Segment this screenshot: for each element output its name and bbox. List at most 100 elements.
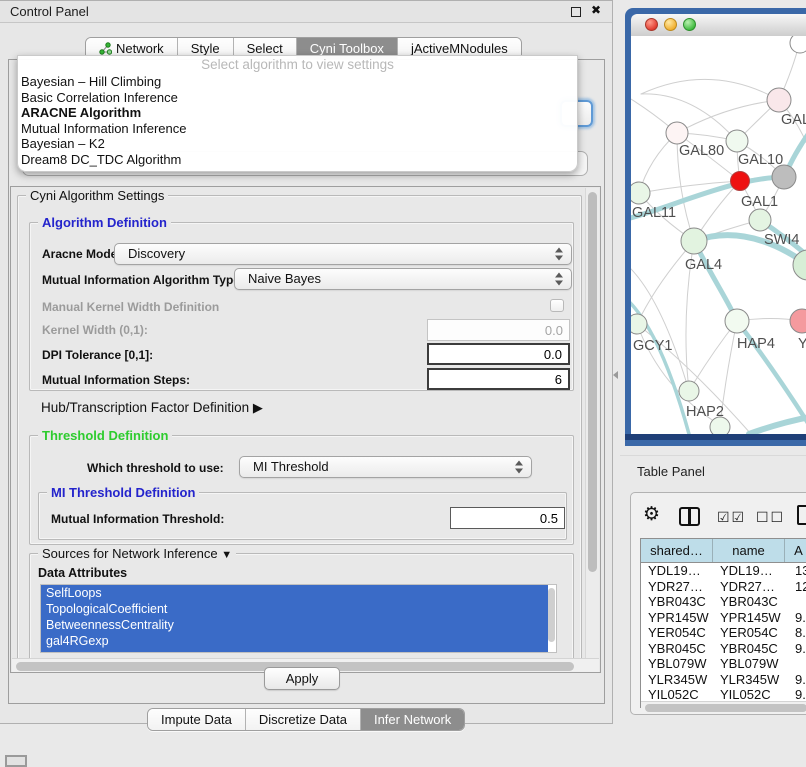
network-node-gal[interactable] xyxy=(767,88,791,112)
control-panel-titlebar: Control Panel ✖ xyxy=(0,1,612,23)
which-threshold-label: Which threshold to use: xyxy=(87,461,224,475)
bottom-tab-infer-network[interactable]: Infer Network xyxy=(360,709,464,730)
minimized-panel-icon[interactable] xyxy=(5,755,27,767)
algorithm-option-dream8-dc-tdc-algorithm[interactable]: Dream8 DC_TDC Algorithm xyxy=(18,152,577,168)
mi-threshold-group-title: MI Threshold Definition xyxy=(47,485,199,500)
column-header-shared-[interactable]: shared… xyxy=(641,539,713,562)
table-cell: 8. xyxy=(785,625,806,641)
which-threshold-value: MI Threshold xyxy=(253,459,329,474)
table-cell: YDR27… xyxy=(641,579,713,595)
network-node-gcy1[interactable] xyxy=(631,314,647,334)
network-node-gal4[interactable] xyxy=(681,228,707,254)
data-attributes-list[interactable]: SelfLoopsTopologicalCoefficientBetweenne… xyxy=(40,584,557,653)
table-row[interactable]: YBR043CYBR043C xyxy=(641,594,806,610)
algorithm-option-aracne-algorithm[interactable]: ARACNE Algorithm xyxy=(18,105,577,121)
table-row[interactable]: YPR145WYPR145W9. xyxy=(641,610,806,626)
mi-type-combo[interactable]: Naive Bayes xyxy=(234,268,572,290)
table-row[interactable]: YBL079WYBL079W xyxy=(641,656,806,672)
list-scrollbar-thumb[interactable] xyxy=(548,588,555,642)
network-node[interactable] xyxy=(772,165,796,189)
settings-vscrollbar-thumb[interactable] xyxy=(588,192,597,572)
network-edge[interactable] xyxy=(641,79,779,100)
mi-threshold-label: Mutual Information Threshold: xyxy=(51,512,224,526)
network-node-gal10[interactable] xyxy=(726,130,748,152)
network-node-gal1[interactable] xyxy=(731,172,750,191)
collapse-down-icon: ▼ xyxy=(221,549,232,561)
mi-threshold-field[interactable] xyxy=(450,507,565,529)
minimize-traffic-light-icon[interactable] xyxy=(664,18,677,31)
node-label: GAL4 xyxy=(685,257,722,273)
algorithm-selector-popup: Select algorithm to view settings Bayesi… xyxy=(17,55,578,172)
network-icon xyxy=(99,42,112,55)
table-row[interactable]: YER054CYER054C8. xyxy=(641,625,806,641)
table-hscrollbar-thumb[interactable] xyxy=(645,704,806,712)
table-cell: YBR045C xyxy=(713,641,785,657)
table-row[interactable]: YDR27…YDR27…12 xyxy=(641,579,806,595)
network-node-gal80[interactable] xyxy=(666,122,688,144)
column-header-a[interactable]: A xyxy=(785,539,806,562)
network-edge-thick[interactable] xyxy=(694,241,737,321)
close-traffic-light-icon[interactable] xyxy=(645,18,658,31)
network-node-hap4[interactable] xyxy=(725,309,749,333)
sources-title-text: Sources for Network Inference xyxy=(42,546,218,561)
column-header-name[interactable]: name xyxy=(713,539,785,562)
manual-kernel-checkbox[interactable] xyxy=(550,299,564,312)
network-view-window: GALGAL80GAL10GAL1GAL11SWI4GAL4GCY1HAP4YH… xyxy=(625,8,806,446)
mi-steps-field[interactable] xyxy=(427,368,570,390)
attribute-item-gal4rgexp[interactable]: gal4RGexp xyxy=(41,633,556,649)
attribute-item-topologicalcoefficient[interactable]: TopologicalCoefficient xyxy=(41,601,556,617)
hub-definition-toggle[interactable]: Hub/Transcription Factor Definition ▶ xyxy=(41,400,263,416)
algorithm-definition-group: Algorithm Definition Aracne Mode: Discov… xyxy=(29,222,574,391)
table-cell: YBL079W xyxy=(713,656,785,672)
algorithm-option-basic-correlation-inference[interactable]: Basic Correlation Inference xyxy=(18,90,577,106)
splitter-collapse-icon[interactable] xyxy=(613,371,618,379)
node-label: HAP4 xyxy=(737,336,775,352)
algorithm-option-bayesian-hill-climbing[interactable]: Bayesian – Hill Climbing xyxy=(18,74,577,90)
network-edge[interactable] xyxy=(637,241,694,324)
table-row[interactable]: YLR345WYLR345W9. xyxy=(641,672,806,688)
float-window-icon[interactable] xyxy=(571,7,581,17)
sources-group-title[interactable]: Sources for Network Inference ▼ xyxy=(38,546,236,561)
table-cell: YER054C xyxy=(713,625,785,641)
close-icon[interactable]: ✖ xyxy=(591,3,601,17)
network-node-hap2[interactable] xyxy=(679,381,699,401)
network-node[interactable] xyxy=(790,36,806,53)
apply-button[interactable]: Apply xyxy=(264,667,340,690)
bottom-tab-discretize-data[interactable]: Discretize Data xyxy=(245,709,360,730)
table-hscrollbar[interactable] xyxy=(641,701,806,713)
attribute-item-selfloops[interactable]: SelfLoops xyxy=(41,585,556,601)
table-cell: YDR27… xyxy=(713,579,785,595)
table-row[interactable]: YBR045CYBR045C9. xyxy=(641,641,806,657)
attribute-item-betweennesscentrality[interactable]: BetweennessCentrality xyxy=(41,617,556,633)
zoom-traffic-light-icon[interactable] xyxy=(683,18,696,31)
network-edge-thick[interactable] xyxy=(749,416,806,434)
network-window-titlebar[interactable] xyxy=(631,14,806,36)
new-table-icon[interactable] xyxy=(797,505,806,525)
settings-scrollpane: Cyni Algorithm Settings Algorithm Defini… xyxy=(10,186,601,673)
network-node[interactable] xyxy=(710,417,730,434)
tab-label: Impute Data xyxy=(161,709,232,730)
dpi-tolerance-field[interactable] xyxy=(427,343,570,365)
network-node-swi4[interactable] xyxy=(749,209,771,231)
bottom-tab-impute-data[interactable]: Impute Data xyxy=(148,709,245,730)
algorithm-option-mutual-information-inference[interactable]: Mutual Information Inference xyxy=(18,121,577,137)
algorithm-option-bayesian-k2[interactable]: Bayesian – K2 xyxy=(18,136,577,152)
network-node-y[interactable] xyxy=(790,309,806,333)
aracne-mode-label: Aracne Mode: xyxy=(42,247,121,261)
tab-label: Infer Network xyxy=(374,709,451,730)
table-cell: YER054C xyxy=(641,625,713,641)
aracne-mode-combo[interactable]: Discovery xyxy=(114,243,572,265)
table-row[interactable]: YDL19…YDL19…13 xyxy=(641,563,806,579)
deselect-all-checkboxes-icon[interactable]: ☐☐ xyxy=(756,509,785,526)
gear-icon[interactable]: ⚙ xyxy=(643,503,660,526)
settings-vscrollbar[interactable] xyxy=(585,188,599,658)
select-all-checkboxes-icon[interactable]: ☑☑ xyxy=(717,509,746,526)
split-columns-icon[interactable] xyxy=(679,507,700,526)
cyni-settings-group-title: Cyni Algorithm Settings xyxy=(26,188,168,203)
table-cell: YPR145W xyxy=(641,610,713,626)
network-node-gal11[interactable] xyxy=(631,182,650,204)
network-canvas[interactable]: GALGAL80GAL10GAL1GAL11SWI4GAL4GCY1HAP4YH… xyxy=(631,36,806,434)
kernel-width-field[interactable] xyxy=(427,319,570,341)
which-threshold-combo[interactable]: MI Threshold xyxy=(239,456,532,478)
mi-type-value: Naive Bayes xyxy=(248,271,321,286)
